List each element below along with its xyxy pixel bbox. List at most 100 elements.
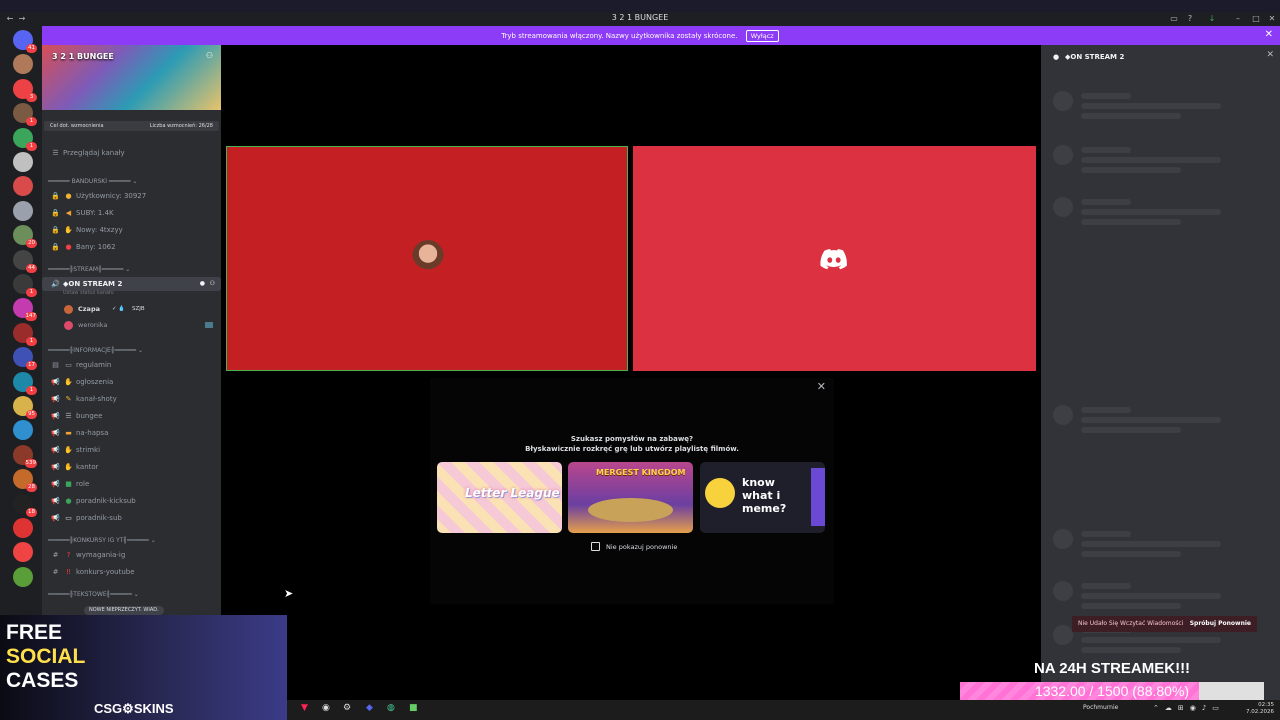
load-error-toast: Nie Udało Się Wczytać Wiadomości Spróbuj… (1072, 616, 1257, 632)
channel-kanal-shoty[interactable]: 📢 ✎ kanał-shoty (42, 392, 221, 406)
channel-role[interactable]: 📢 ■ role (42, 477, 221, 491)
close-chat-icon[interactable]: ✕ (1266, 43, 1274, 68)
close-icon[interactable]: ✕ (1266, 13, 1278, 24)
back-icon[interactable]: ← (4, 13, 16, 24)
ad-line-cases: CASES (6, 669, 79, 692)
channel-bungee[interactable]: 📢 ☰ bungee (42, 409, 221, 423)
channel-new-stat[interactable]: 🔒 ✋ Nowy: 4txzyy (42, 223, 221, 237)
server-icon[interactable] (13, 518, 33, 538)
channel-na-hapsa[interactable]: 📢 ▬ na-hapsa (42, 426, 221, 440)
dont-show-again-label[interactable]: Nie pokazuj ponownie (606, 543, 677, 551)
server-icon[interactable]: 1 (13, 322, 37, 346)
boost-goal-bar[interactable]: Cel dot. wzmocnienia Liczba wzmocnień: 2… (44, 121, 219, 131)
server-icon[interactable]: 20 (13, 225, 37, 249)
minecraft-icon[interactable]: ■ (409, 703, 418, 713)
category-informacje[interactable]: ━━━━━━╟INFORMACJE╢━━━━━━ ⌄ (48, 346, 143, 356)
server-icon[interactable]: 95 (13, 396, 37, 419)
browse-channels[interactable]: ☰ Przeglądaj kanały (42, 146, 221, 160)
announcement-icon: 📢 (51, 378, 60, 386)
download-icon[interactable]: ↓ (1206, 13, 1218, 24)
server-icon[interactable]: 1 (13, 127, 37, 151)
activity-card-know-what-i-meme[interactable]: know what i meme? (700, 462, 825, 533)
activity-card-letter-league[interactable]: Letter League (437, 462, 562, 533)
server-icon[interactable]: 28 (13, 469, 37, 493)
system-clock[interactable]: 02:35 7.02.2026 (1246, 702, 1274, 716)
forward-icon[interactable]: → (16, 13, 28, 24)
announcement-icon: 📢 (51, 497, 60, 505)
server-icon[interactable]: 147 (13, 298, 37, 322)
minimize-icon[interactable]: – (1232, 13, 1244, 24)
browser-icon[interactable]: ▼ (301, 703, 308, 713)
channel-konkurs-youtube[interactable]: # ‼ konkurs-youtube (42, 565, 221, 579)
new-unread-pill[interactable]: NOWE NIEPRZECZYT. WIAD. (84, 606, 164, 615)
popup-subtitle: Błyskawicznie rozkręć grę lub utwórz pla… (525, 445, 739, 453)
channel-users-stat[interactable]: 🔒 ● Użytkownicy: 30927 (42, 189, 221, 203)
lock-icon: 🔒 (51, 192, 60, 200)
close-icon[interactable]: ✕ (817, 380, 826, 393)
inbox-icon[interactable]: ▭ (1168, 13, 1180, 24)
server-icon[interactable] (13, 566, 33, 587)
channel-poradnik-kicksub[interactable]: 📢 ● poradnik-kicksub (42, 494, 221, 508)
skeleton-avatar (1053, 197, 1073, 217)
add-member-icon[interactable]: ⚇ (206, 51, 213, 60)
server-icon[interactable] (13, 152, 33, 172)
weather-text[interactable]: Pochmurnie (1083, 704, 1118, 711)
retry-button[interactable]: Spróbuj Ponownie (1190, 616, 1251, 632)
server-icon[interactable] (13, 200, 33, 221)
server-icon[interactable]: 44 (13, 249, 37, 273)
channel-strimki[interactable]: 📢 ✋ strimki (42, 443, 221, 457)
channel-bans-stat[interactable]: 🔒 ● Bany: 1062 (42, 240, 221, 254)
server-icon[interactable]: 539 (13, 444, 37, 468)
server-icon[interactable]: 41 (13, 30, 37, 53)
category-konkursy[interactable]: ━━━━━━╟KONKURSY IG YT╢━━━━━━ ⌄ (48, 536, 156, 546)
boost-count: Liczba wzmocnień: 26/28 (149, 123, 213, 129)
skeleton-line (1081, 647, 1181, 653)
discord-taskbar-icon[interactable]: ◆ (366, 703, 373, 713)
channel-poradnik-sub[interactable]: 📢 ▭ poradnik-sub (42, 511, 221, 525)
avatar (64, 305, 73, 314)
banner-close-icon[interactable]: ✕ (1265, 29, 1273, 40)
channel-regulamin[interactable]: ▤ ▭ regulamin (42, 358, 221, 372)
category-stream[interactable]: ━━━━━━╟STREAM╢━━━━━━ ⌄ (48, 265, 130, 275)
boost-goal-label: Cel dot. wzmocnienia (50, 123, 104, 129)
unread-badge: 1 (26, 288, 37, 297)
voice-channel-status[interactable]: Ustaw status kanału (42, 289, 221, 298)
announcement-icon: 📢 (51, 412, 60, 420)
category-tekstowe[interactable]: ━━━━━━╟TEKSTOWE╢━━━━━━ ⌄ (48, 590, 139, 600)
maximize-icon[interactable]: □ (1250, 13, 1262, 24)
skeleton-avatar (1053, 405, 1073, 425)
server-icon[interactable]: 18 (13, 493, 37, 517)
chrome-icon[interactable]: ◍ (387, 703, 395, 713)
channel-kantor[interactable]: 📢 ✋ kantor (42, 460, 221, 474)
unread-badge: 3 (26, 92, 37, 102)
dont-show-again-checkbox[interactable] (591, 542, 600, 551)
settings-icon[interactable]: ⚙ (343, 703, 351, 713)
server-icon[interactable]: 17 (13, 347, 37, 371)
chat-bubble-icon: ● (1053, 53, 1060, 61)
app-icon[interactable]: ◉ (322, 703, 330, 713)
chat-header: ● ◆ON STREAM 2 ✕ (1041, 45, 1280, 67)
guild-name[interactable]: 3 2 1 BUNGEE (52, 52, 114, 61)
server-icon[interactable]: 3 (13, 78, 37, 102)
server-icon[interactable]: 1 (13, 371, 37, 395)
channel-subs-stat[interactable]: 🔒 ◀ SUBY: 1.4K (42, 206, 221, 220)
announcement-icon: 📢 (51, 514, 60, 522)
activity-card-mergest-kingdom[interactable]: MERGEST KINGDOM (568, 462, 693, 533)
voice-user-czapa[interactable]: Czapa ✓ 💧 SZJB (42, 302, 221, 316)
channel-ogloszenia[interactable]: 📢 ✋ ogłoszenia (42, 375, 221, 389)
goal-progress-bar: 1332.00 / 1500 (88.80%) (960, 682, 1264, 702)
category-bandurski[interactable]: ━━━━━━ BANDURSKI ━━━━━━ ⌄ (48, 177, 138, 187)
skeleton-line (1081, 593, 1221, 599)
help-icon[interactable]: ? (1184, 13, 1196, 24)
disable-streamer-mode-button[interactable]: Wyłącz (745, 30, 779, 42)
unread-badge: 1 (26, 141, 37, 151)
guild-banner[interactable]: 3 2 1 BUNGEE ⚇ (42, 45, 221, 110)
server-icon[interactable]: 1 (13, 103, 37, 127)
voice-user-weronika[interactable]: weronika (42, 318, 221, 332)
tray-icons[interactable]: ⌃☁⊞◉♪▭ (1153, 704, 1225, 712)
channel-wymagania-ig[interactable]: #? wymagania-ig (42, 548, 221, 562)
load-error-text: Nie Udało Się Wczytać Wiadomości (1078, 620, 1184, 627)
server-icon[interactable]: 1 (13, 274, 37, 297)
streamer-mode-banner: Tryb streamowania włączony. Nazwy użytko… (0, 26, 1280, 45)
os-taskbar: ▼ ◉ ⚙ ◆ ◍ ■ Pochmurnie ⌃☁⊞◉♪▭ 02:35 7.02… (287, 700, 1280, 720)
